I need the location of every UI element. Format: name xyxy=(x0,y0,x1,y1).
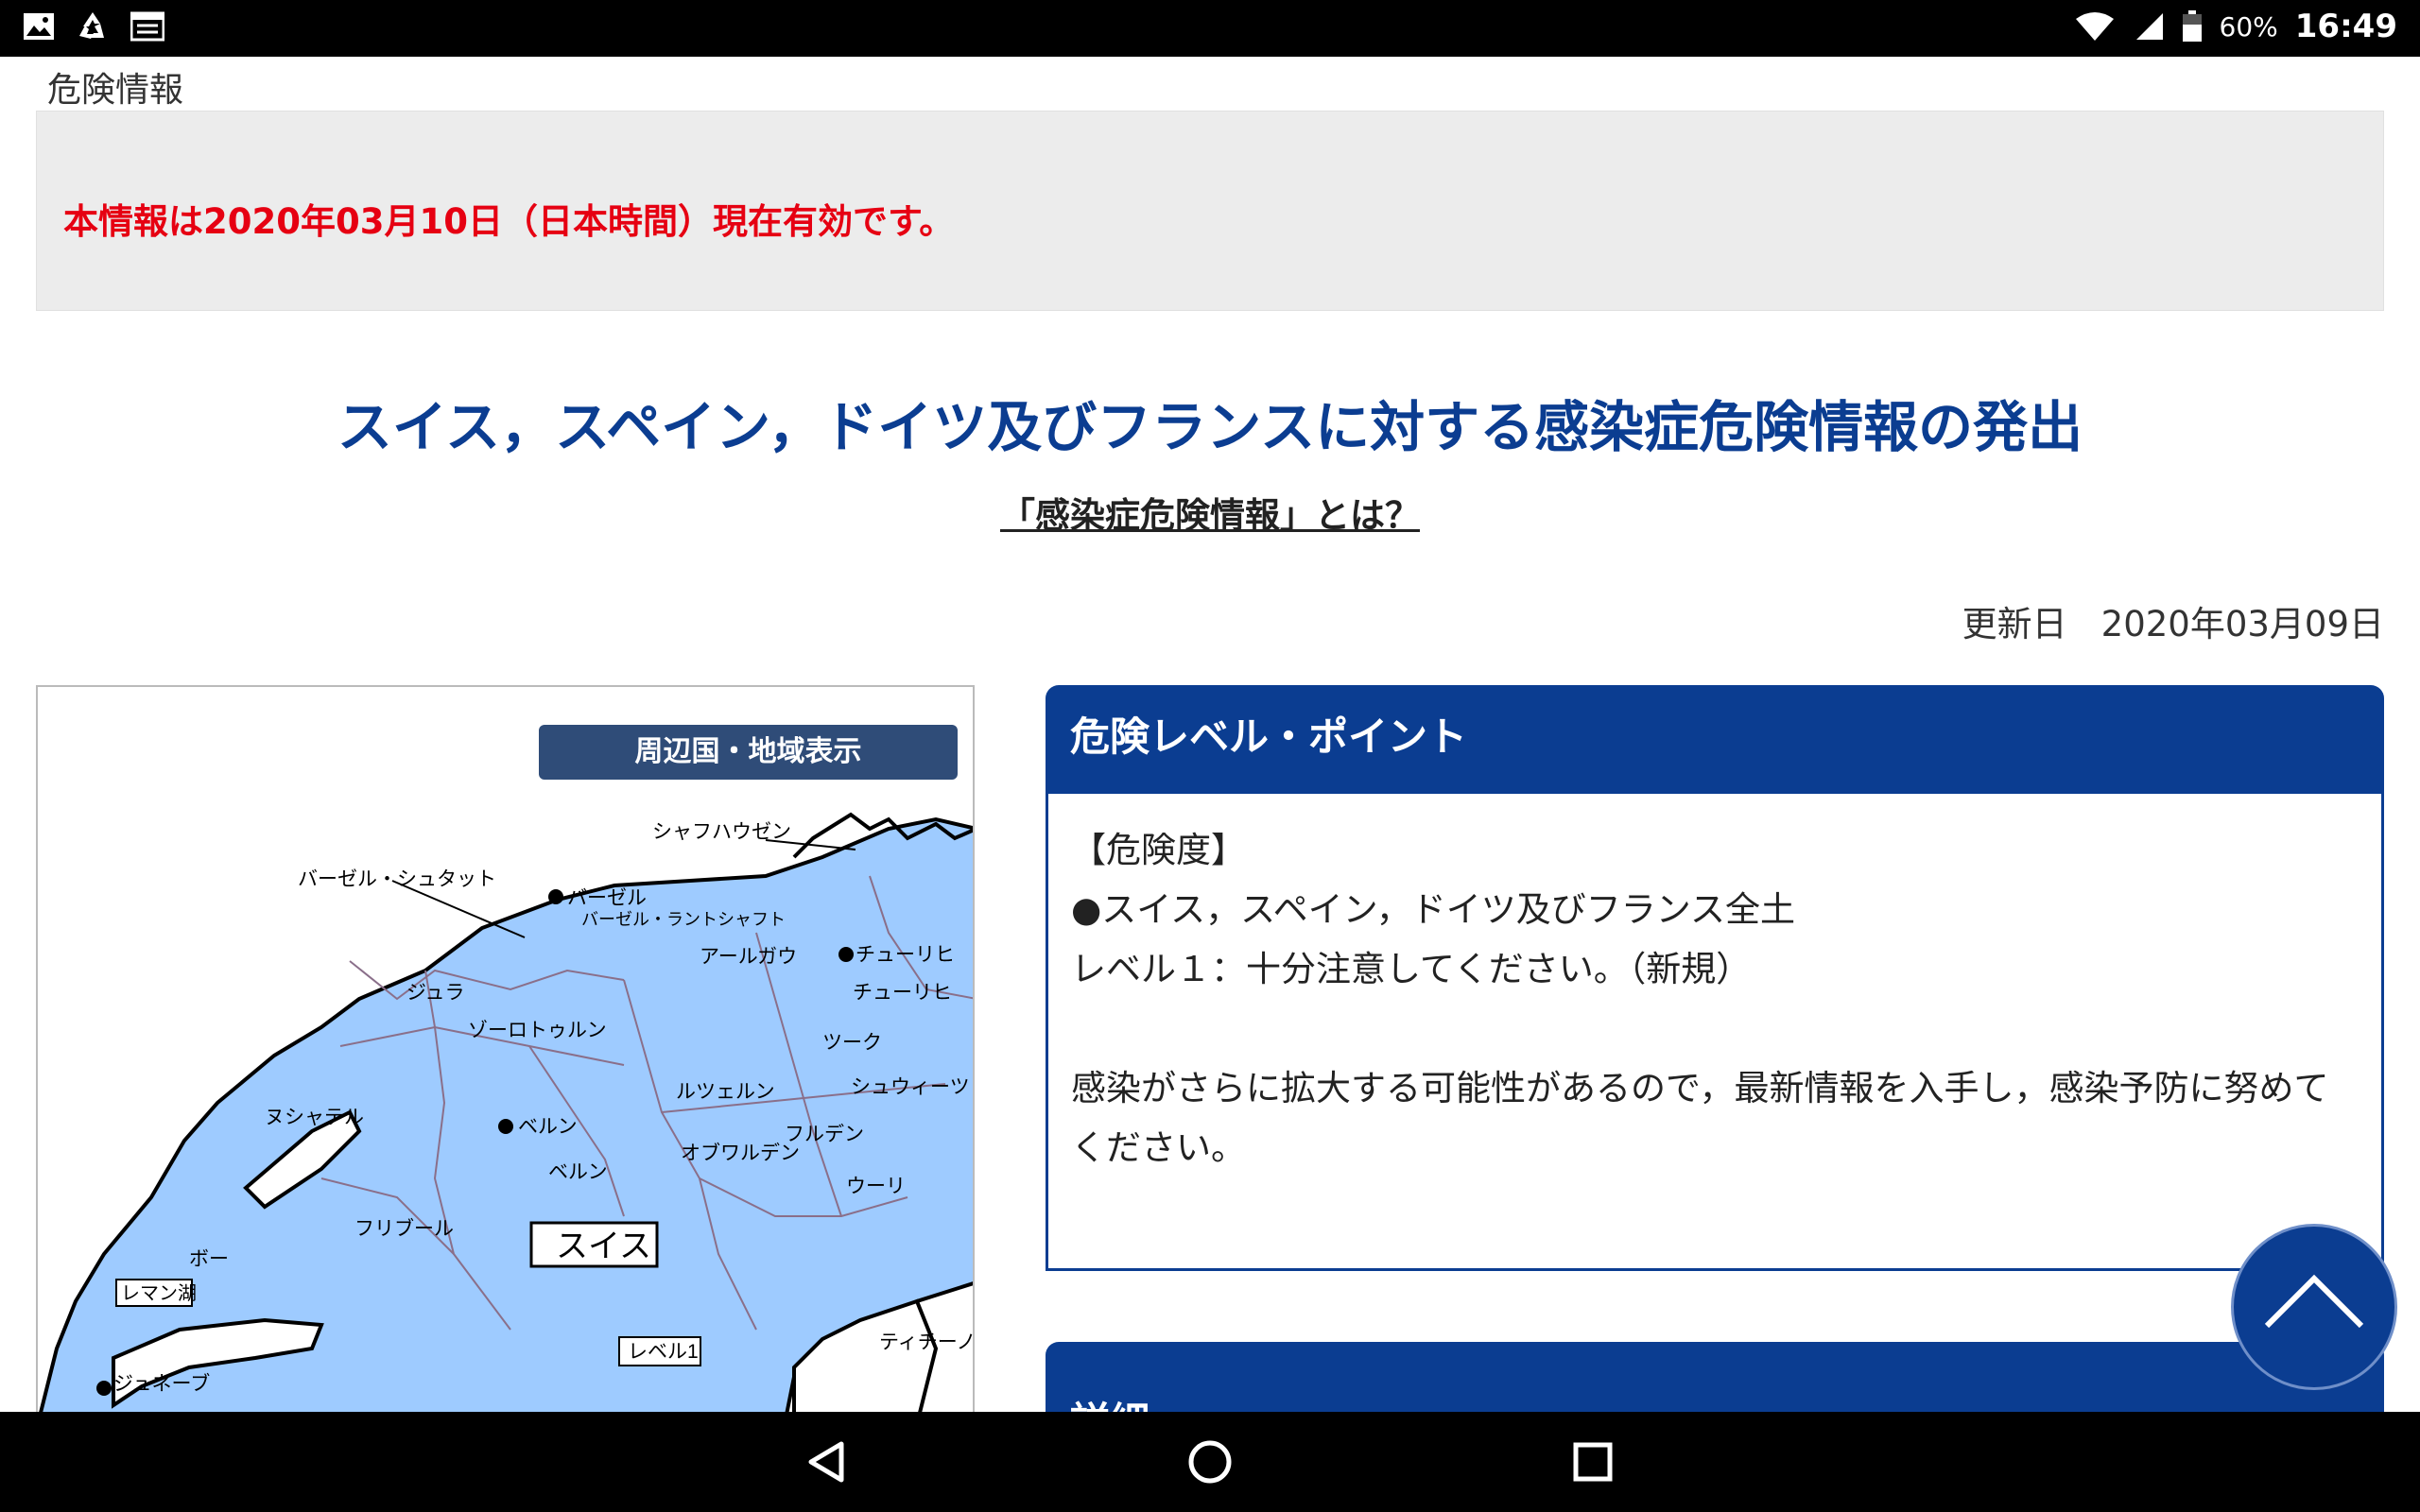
map-label: ボー xyxy=(189,1248,229,1270)
country-label: スイス xyxy=(556,1228,651,1264)
map-label: ティチーノ xyxy=(879,1332,975,1353)
danger-level-header: 危険レベル・ポイント xyxy=(1046,685,2384,794)
image-icon xyxy=(24,13,54,40)
section-label: 危険情報 xyxy=(47,71,184,110)
chevron-up-icon xyxy=(2264,1274,2364,1329)
navigation-bar xyxy=(0,1412,2420,1512)
map-label: フルデン xyxy=(785,1124,864,1145)
page-title: スイス，スペイン，ドイツ及びフランスに対する感染症危険情報の発出 xyxy=(337,395,2083,459)
status-bar: 60% 16:49 xyxy=(0,0,2420,57)
danger-level-panel: 危険レベル・ポイント 【危険度】 ●スイス，スペイン，ドイツ及びフランス全土 レ… xyxy=(1046,685,2384,1271)
level-label: レベル1 xyxy=(628,1341,699,1363)
signal-icon xyxy=(2135,13,2163,40)
danger-level-body: 【危険度】 ●スイス，スペイン，ドイツ及びフランス全土 レベル１：十分注意してく… xyxy=(1046,794,2384,1271)
map-label: ウーリ xyxy=(846,1176,906,1197)
notice-box: 本情報は2020年03月10日（日本時間）現在有効です。 xyxy=(36,111,2384,311)
home-icon[interactable] xyxy=(1186,1438,1234,1486)
page-content: 危険情報 本情報は2020年03月10日（日本時間）現在有効です。 スイス，スペ… xyxy=(0,57,2420,1412)
recycle-icon xyxy=(79,12,104,39)
map-label: オブワルデン xyxy=(681,1143,800,1164)
map-label: ツーク xyxy=(822,1032,882,1054)
map-label: ヌシャテル xyxy=(265,1107,364,1128)
map-label: ベルン xyxy=(548,1161,608,1183)
map-label: フリブール xyxy=(354,1218,454,1240)
scroll-to-top-button[interactable] xyxy=(2231,1224,2397,1390)
battery-percent: 60% xyxy=(2219,10,2278,43)
map-label: チューリヒ xyxy=(856,944,955,966)
map-label: ジュネーブ xyxy=(113,1373,210,1395)
back-icon[interactable] xyxy=(804,1438,851,1486)
recents-icon[interactable] xyxy=(1569,1438,1616,1486)
clock: 16:49 xyxy=(2294,8,2397,45)
risk-map: シャフハウゼン バーゼル・シュタット バーゼル バーゼル・ラントシャフト アール… xyxy=(36,685,975,1412)
about-infection-risk-link[interactable]: 「感染症危険情報」とは？ xyxy=(1000,495,1420,536)
risk-level: レベル１：十分注意してください。（新規） xyxy=(1071,949,1752,989)
updated-label: 更新日 xyxy=(1962,604,2067,644)
map-label: バーゼル xyxy=(567,887,647,909)
battery-icon xyxy=(2182,10,2202,42)
map-label: ルツェルン xyxy=(676,1081,775,1103)
updated-date: 更新日 2020年03月09日 xyxy=(1962,595,2384,646)
notice-text: 本情報は2020年03月10日（日本時間）現在有効です。 xyxy=(63,201,955,242)
lake-label: レマン湖 xyxy=(121,1282,197,1304)
risk-advice: 感染がさらに拡大する可能性があるので，最新情報を入手し，感染予防に努めてください… xyxy=(1071,1068,2329,1168)
map-label: チューリヒ xyxy=(853,982,952,1004)
wifi-icon xyxy=(2075,12,2114,41)
map-label: ジュラ xyxy=(406,982,465,1004)
updated-value: 2020年03月09日 xyxy=(2100,604,2384,644)
map-label: ベルン xyxy=(518,1116,578,1138)
detail-header-label: 詳細 xyxy=(1070,1399,1150,1412)
about-link-wrapper: 「感染症危険情報」とは？ xyxy=(0,487,2420,538)
map-label: バーゼル・シュタット xyxy=(298,868,496,890)
map-label: ゾーロトゥルン xyxy=(468,1020,607,1041)
map-label: バーゼル・ラントシャフト xyxy=(581,910,786,929)
detail-section-header: 詳細 xyxy=(1046,1342,2384,1412)
switzerland-map: シャフハウゼン バーゼル・シュタット バーゼル バーゼル・ラントシャフト アール… xyxy=(39,812,975,1412)
show-neighbors-button[interactable]: 周辺国・地域表示 xyxy=(539,725,958,780)
risk-region: ●スイス，スペイン，ドイツ及びフランス全土 xyxy=(1071,889,1795,930)
calendar-icon xyxy=(130,11,164,42)
map-label: シャフハウゼン xyxy=(652,821,791,843)
map-label: シュウィーツ xyxy=(851,1076,970,1098)
map-label: アールガウ xyxy=(700,946,797,968)
risk-heading: 【危険度】 xyxy=(1071,830,1246,870)
